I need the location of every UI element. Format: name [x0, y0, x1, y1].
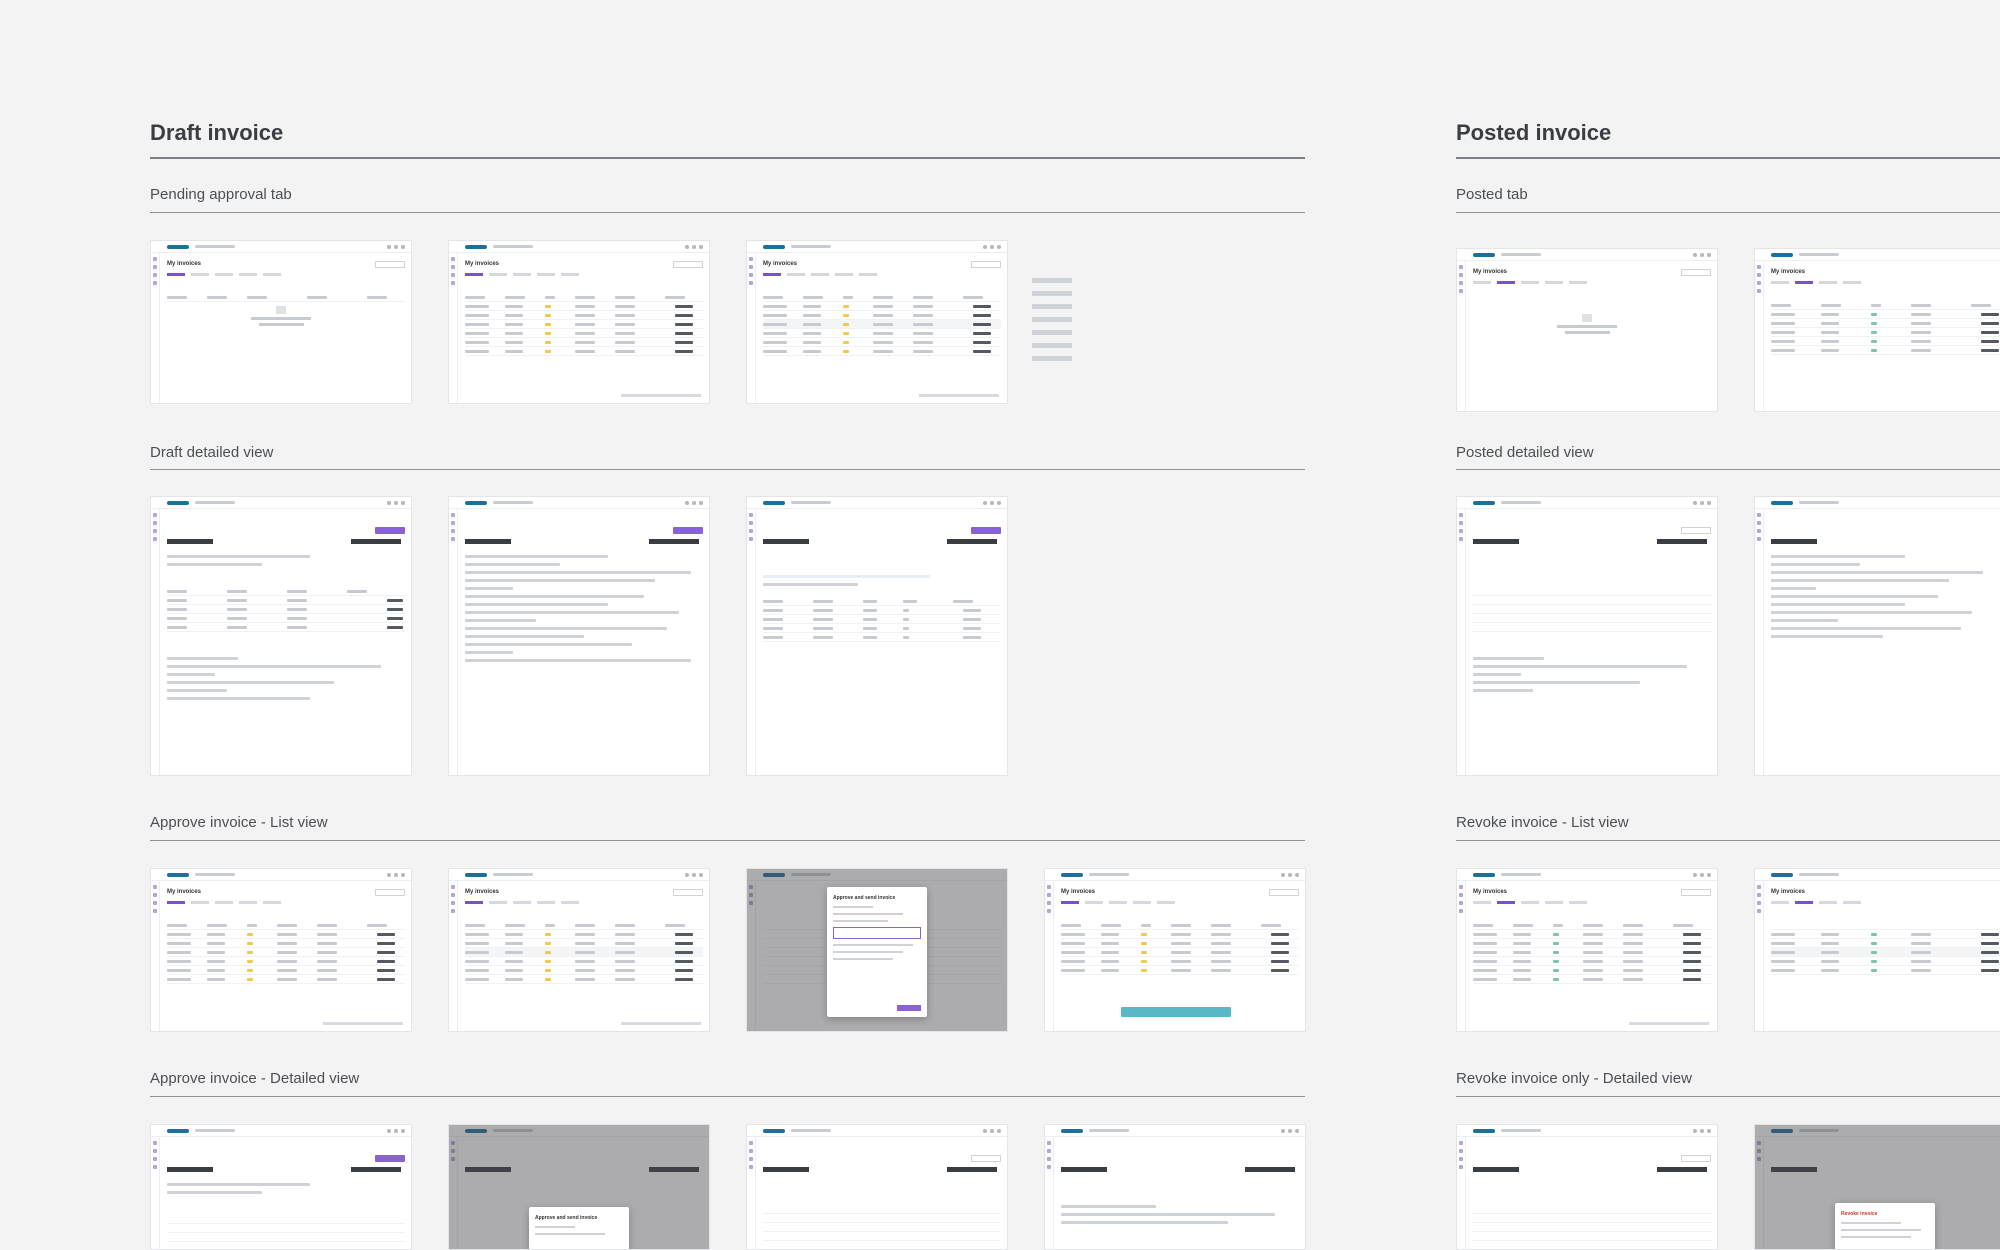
section-divider-posted: [1456, 157, 2000, 159]
screen-posted-empty[interactable]: My invoices: [1456, 248, 1718, 412]
page-title: My invoices: [167, 889, 202, 895]
note-input[interactable]: [833, 927, 921, 939]
row-title-approve-list: Approve invoice - List view: [150, 814, 328, 831]
screen-approve-detail-modal[interactable]: Approve and send invoice: [448, 1124, 710, 1250]
approve-send-modal[interactable]: Approve and send invoice: [529, 1207, 629, 1249]
screen-approve-list-2[interactable]: My invoices: [448, 868, 710, 1032]
row-divider: [1456, 840, 2000, 841]
screen-approve-list-1[interactable]: My invoices: [150, 868, 412, 1032]
screen-revoke-list-1[interactable]: My invoices: [1456, 868, 1718, 1032]
screen-posted-list[interactable]: My invoices: [1754, 248, 2000, 412]
page-title: My invoices: [465, 889, 500, 895]
screen-revoke-list-2[interactable]: My invoices: [1754, 868, 2000, 1032]
page-title: My invoices: [1771, 269, 1806, 275]
revoke-modal[interactable]: Revoke invoice: [1835, 1203, 1935, 1249]
section-divider-draft: [150, 157, 1305, 159]
row-divider: [1456, 469, 2000, 470]
page-title: My invoices: [1061, 889, 1096, 895]
page-title: My invoices: [167, 261, 202, 267]
row-title-pending-approval: Pending approval tab: [150, 186, 292, 203]
screen-pending-list-actions[interactable]: My invoices: [746, 240, 1008, 404]
page-title: My invoices: [465, 261, 500, 267]
modal-title: Approve and send invoice: [833, 895, 896, 901]
row-divider: [1456, 1096, 2000, 1097]
row-title-revoke-list: Revoke invoice - List view: [1456, 814, 1629, 831]
screen-approve-detail-4[interactable]: [1044, 1124, 1306, 1250]
row-divider: [150, 1096, 1305, 1097]
row-title-revoke-detailed: Revoke invoice only - Detailed view: [1456, 1070, 1692, 1087]
modal-title: Approve and send invoice: [535, 1215, 598, 1221]
screen-approve-detail-3[interactable]: [746, 1124, 1008, 1250]
success-toast: [1121, 1007, 1231, 1017]
revoke-modal-title: Revoke invoice: [1841, 1211, 1878, 1217]
page-title: My invoices: [1771, 889, 1806, 895]
screen-approve-modal[interactable]: Approve and send invoice: [746, 868, 1008, 1032]
screen-revoke-detail-1[interactable]: [1456, 1124, 1718, 1250]
page-title: My invoices: [763, 261, 798, 267]
screen-approve-success[interactable]: My invoices: [1044, 868, 1306, 1032]
screen-revoke-detail-modal[interactable]: Revoke invoice: [1754, 1124, 2000, 1250]
row-divider: [150, 212, 1305, 213]
screen-approve-detail-1[interactable]: [150, 1124, 412, 1250]
approve-send-modal[interactable]: Approve and send invoice: [827, 887, 927, 1017]
screen-draft-detail-lines[interactable]: [150, 496, 412, 776]
row-title-draft-detailed: Draft detailed view: [150, 444, 274, 461]
screen-posted-detail-2[interactable]: [1754, 496, 2000, 776]
row-divider: [1456, 212, 2000, 213]
screen-draft-detail-related[interactable]: [746, 496, 1008, 776]
screen-pending-list[interactable]: My invoices: [448, 240, 710, 404]
row-divider: [150, 840, 1305, 841]
page-title: My invoices: [1473, 889, 1508, 895]
screen-pending-empty[interactable]: My invoices: [150, 240, 412, 404]
section-title-posted: Posted invoice: [1456, 120, 1612, 145]
page-title: My invoices: [1473, 269, 1508, 275]
row-action-icons-variants: [1032, 274, 1078, 384]
screen-posted-detail-1[interactable]: [1456, 496, 1718, 776]
row-divider: [150, 469, 1305, 470]
row-title-approve-detailed: Approve invoice - Detailed view: [150, 1070, 360, 1087]
row-title-posted-detailed: Posted detailed view: [1456, 444, 1594, 461]
row-title-posted-tab: Posted tab: [1456, 186, 1528, 203]
section-title-draft: Draft invoice: [150, 120, 284, 145]
approve-send-button[interactable]: [897, 1005, 921, 1011]
invoice-table: [465, 293, 703, 356]
screen-draft-detail-info[interactable]: [448, 496, 710, 776]
